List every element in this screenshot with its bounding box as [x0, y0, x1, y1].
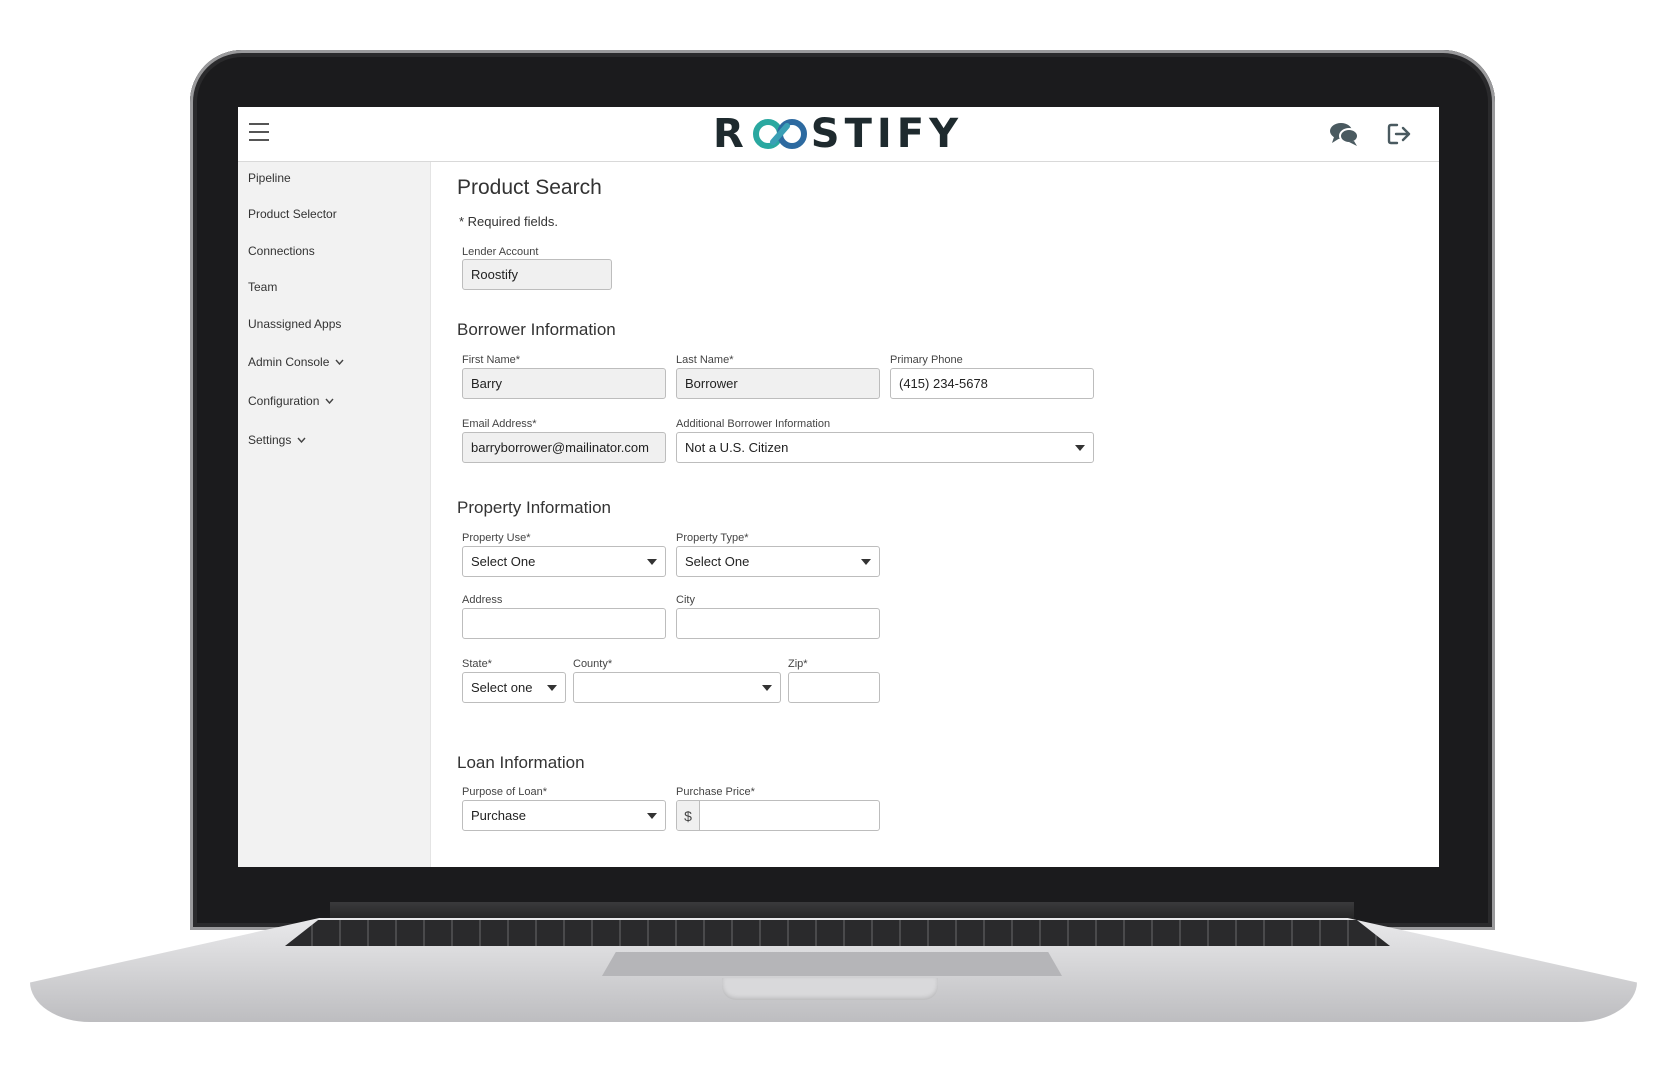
- laptop-trackpad: [602, 952, 1062, 976]
- purpose-of-loan-label: Purpose of Loan*: [462, 786, 548, 798]
- sidebar-item-admin-console[interactable]: Admin Console: [248, 355, 344, 369]
- state-label: State*: [462, 658, 492, 670]
- sidebar: Pipeline Product Selector Connections Te…: [238, 162, 431, 867]
- city-label: City: [676, 594, 695, 606]
- sidebar-item-label: Settings: [248, 433, 292, 447]
- top-bar: R STIFY: [238, 107, 1439, 162]
- address-label: Address: [462, 594, 503, 606]
- county-select[interactable]: [573, 672, 781, 703]
- property-use-select[interactable]: Select One: [462, 546, 666, 577]
- logout-icon[interactable]: [1386, 121, 1412, 147]
- sidebar-item-pipeline[interactable]: Pipeline: [248, 171, 291, 185]
- chevron-down-icon: [335, 359, 344, 365]
- property-type-label: Property Type*: [676, 532, 749, 544]
- county-label: County*: [573, 658, 613, 670]
- sidebar-item-label: Team: [248, 280, 278, 294]
- borrower-section-heading: Borrower Information: [457, 320, 616, 339]
- caret-down-icon: [762, 684, 772, 691]
- page-title: Product Search: [457, 176, 602, 199]
- caret-down-icon: [647, 558, 657, 565]
- hamburger-icon[interactable]: [249, 123, 269, 141]
- sidebar-item-connections[interactable]: Connections: [248, 244, 315, 258]
- app-screen: R STIFY Pipeline Product Selector Connec…: [238, 107, 1439, 867]
- property-section-heading: Property Information: [457, 498, 612, 517]
- main-content: Product Search * Required fields. Lender…: [431, 162, 1439, 867]
- logo-text-prefix: R: [712, 111, 749, 157]
- infinity-loop-icon: [752, 119, 807, 149]
- sidebar-item-settings[interactable]: Settings: [248, 433, 306, 447]
- sidebar-item-label: Pipeline: [248, 171, 291, 185]
- laptop-notch: [722, 978, 938, 1000]
- lender-account-field[interactable]: Roostify: [462, 259, 612, 290]
- chevron-down-icon: [297, 437, 306, 443]
- sidebar-item-unassigned-apps[interactable]: Unassigned Apps: [248, 317, 341, 331]
- zip-field[interactable]: [788, 672, 880, 703]
- caret-down-icon: [861, 558, 871, 565]
- currency-prefix: $: [677, 801, 700, 830]
- sidebar-item-product-selector[interactable]: Product Selector: [248, 207, 337, 221]
- sidebar-item-label: Configuration: [248, 394, 320, 408]
- last-name-field[interactable]: Borrower: [676, 368, 880, 399]
- sidebar-item-team[interactable]: Team: [248, 280, 277, 294]
- sidebar-item-configuration[interactable]: Configuration: [248, 394, 334, 408]
- laptop-keyboard: [285, 920, 1390, 946]
- primary-phone-label: Primary Phone: [890, 354, 963, 366]
- caret-down-icon: [1075, 444, 1085, 451]
- sidebar-item-label: Admin Console: [248, 355, 330, 369]
- last-name-label: Last Name*: [676, 354, 734, 366]
- address-field[interactable]: [462, 608, 666, 639]
- sidebar-item-label: Connections: [248, 244, 315, 258]
- first-name-field[interactable]: Barry: [462, 368, 666, 399]
- city-field[interactable]: [676, 608, 880, 639]
- primary-phone-field[interactable]: (415) 234-5678: [890, 368, 1094, 399]
- first-name-label: First Name*: [462, 354, 521, 366]
- sidebar-item-label: Unassigned Apps: [248, 317, 342, 331]
- property-type-select[interactable]: Select One: [676, 546, 880, 577]
- sidebar-item-label: Product Selector: [248, 207, 337, 221]
- caret-down-icon: [647, 812, 657, 819]
- additional-info-label: Additional Borrower Information: [676, 418, 831, 430]
- additional-info-select[interactable]: Not a U.S. Citizen: [676, 432, 1094, 463]
- chevron-down-icon: [325, 398, 334, 404]
- purchase-price-field[interactable]: $: [676, 800, 880, 831]
- required-fields-note: * Required fields.: [459, 214, 558, 229]
- caret-down-icon: [547, 684, 557, 691]
- purchase-price-label: Purchase Price*: [676, 786, 755, 798]
- property-use-label: Property Use*: [462, 532, 531, 544]
- roostify-logo: R STIFY: [708, 111, 968, 157]
- loan-section-heading: Loan Information: [457, 753, 585, 772]
- purpose-of-loan-select[interactable]: Purchase: [462, 800, 666, 831]
- chat-bubbles-icon[interactable]: [1329, 120, 1359, 148]
- email-address-label: Email Address*: [462, 418, 537, 430]
- email-address-field[interactable]: barryborrower@mailinator.com: [462, 432, 666, 463]
- logo-text-suffix: STIFY: [810, 111, 964, 157]
- state-select[interactable]: Select one: [462, 672, 566, 703]
- lender-account-label: Lender Account: [462, 246, 539, 258]
- zip-label: Zip*: [788, 658, 808, 670]
